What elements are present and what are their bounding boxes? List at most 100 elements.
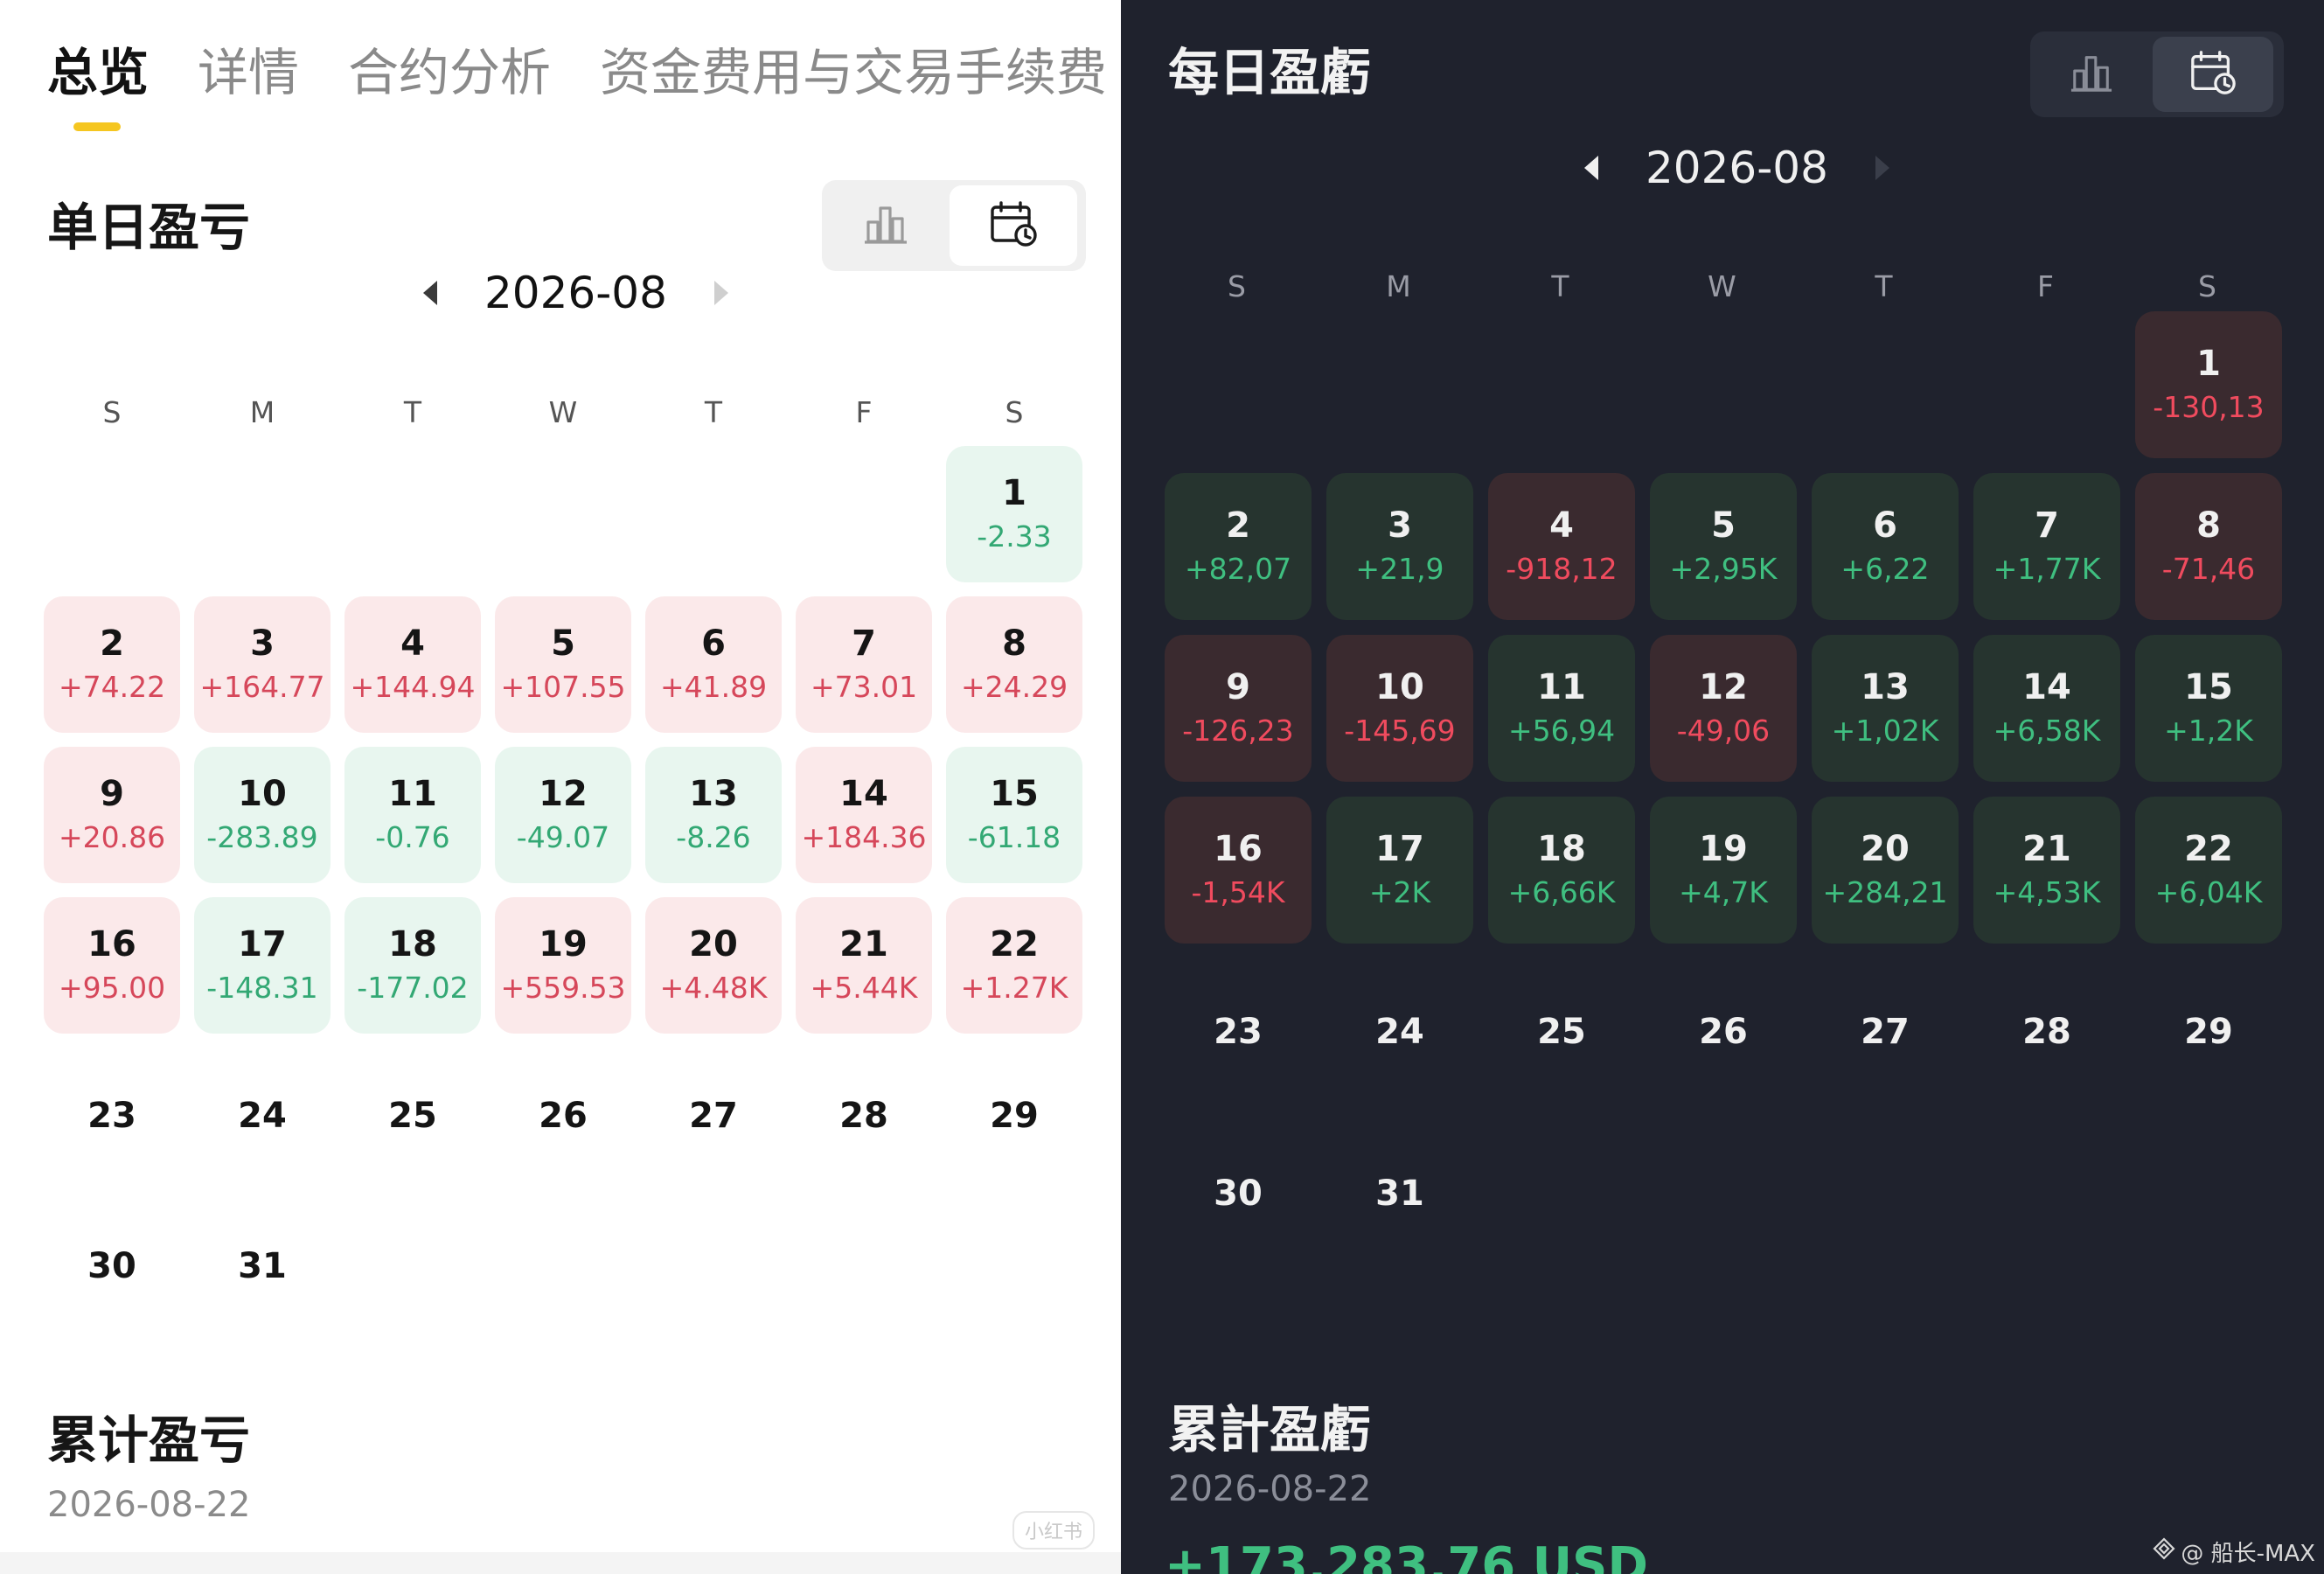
- calendar-day-cell[interactable]: 10 -283.89: [194, 747, 331, 883]
- calendar-day-cell[interactable]: 2 +82,07: [1165, 473, 1312, 620]
- day-pnl-value: +164.77: [199, 670, 325, 704]
- calendar-day-cell[interactable]: 23: [1165, 958, 1312, 1105]
- tab-contract-analysis[interactable]: 合约分析: [348, 42, 551, 103]
- calendar-day-cell[interactable]: 26: [1650, 958, 1797, 1105]
- chart-view-button-dark[interactable]: [2030, 31, 2153, 117]
- calendar-day-cell[interactable]: 28: [796, 1048, 932, 1184]
- calendar-day-cell[interactable]: 19 +559.53: [495, 897, 631, 1034]
- calendar-day-cell[interactable]: 21 +5.44K: [796, 897, 932, 1034]
- calendar-day-cell[interactable]: 31: [194, 1198, 331, 1334]
- calendar-day-cell[interactable]: 28: [1973, 958, 2120, 1105]
- day-number: 4: [400, 623, 425, 664]
- calendar-day-cell[interactable]: 31: [1326, 1120, 1473, 1267]
- calendar-day-cell[interactable]: 29: [2135, 958, 2282, 1105]
- calendar-day-cell[interactable]: 8 +24.29: [946, 596, 1082, 733]
- calendar-day-cell[interactable]: 24: [194, 1048, 331, 1184]
- calendar-empty-cell: [344, 446, 481, 582]
- tab-fees[interactable]: 资金费用与交易手续费: [600, 42, 1107, 103]
- calendar-day-cell[interactable]: 14 +6,58K: [1973, 635, 2120, 782]
- weekday-label: F: [855, 395, 873, 429]
- calendar-day-cell[interactable]: 17 -148.31: [194, 897, 331, 1034]
- calendar-day-cell[interactable]: 9 -126,23: [1165, 635, 1312, 782]
- bar-chart-icon: [863, 201, 908, 250]
- chevron-left-icon[interactable]: [423, 281, 437, 305]
- calendar-day-cell[interactable]: 22 +6,04K: [2135, 797, 2282, 944]
- calendar-day-cell[interactable]: 1 -2.33: [946, 446, 1082, 582]
- calendar-day-cell[interactable]: 6 +6,22: [1812, 473, 1959, 620]
- calendar-day-cell[interactable]: 16 -1,54K: [1165, 797, 1312, 944]
- tab-overview[interactable]: 总览: [47, 42, 149, 103]
- calendar-day-cell[interactable]: 1 -130,13: [2135, 311, 2282, 458]
- calendar-day-cell[interactable]: 29: [946, 1048, 1082, 1184]
- calendar-day-cell[interactable]: 25: [1488, 958, 1635, 1105]
- calendar-day-cell[interactable]: 26: [495, 1048, 631, 1184]
- day-pnl-value: +73.01: [810, 670, 918, 704]
- month-navigator: 2026-08: [423, 267, 728, 319]
- calendar-day-cell[interactable]: 10 -145,69: [1326, 635, 1473, 782]
- calendar-day-cell[interactable]: 11 -0.76: [344, 747, 481, 883]
- calendar-day-cell[interactable]: 2 +74.22: [44, 596, 180, 733]
- chart-view-button[interactable]: [822, 180, 950, 271]
- calendar-day-cell[interactable]: 12 -49.07: [495, 747, 631, 883]
- chevron-left-icon[interactable]: [1584, 156, 1598, 180]
- calendar-day-cell[interactable]: 3 +21,9: [1326, 473, 1473, 620]
- calendar-day-cell[interactable]: 27: [1812, 958, 1959, 1105]
- calendar-day-cell[interactable]: 9 +20.86: [44, 747, 180, 883]
- day-number: 15: [990, 774, 1039, 814]
- tab-details[interactable]: 详情: [198, 42, 299, 103]
- calendar-day-cell[interactable]: 30: [44, 1198, 180, 1334]
- day-pnl-value: -130,13: [2153, 390, 2265, 424]
- day-pnl-value: +6,22: [1840, 552, 1930, 586]
- calendar-day-cell[interactable]: 7 +1,77K: [1973, 473, 2120, 620]
- calendar-day-cell[interactable]: 15 +1,2K: [2135, 635, 2282, 782]
- day-number: 16: [87, 924, 136, 965]
- calendar-day-cell[interactable]: 30: [1165, 1120, 1312, 1267]
- chevron-right-icon[interactable]: [1875, 156, 1889, 180]
- calendar-day-cell[interactable]: 13 +1,02K: [1812, 635, 1959, 782]
- day-number: 6: [1873, 505, 1897, 546]
- day-number: 14: [839, 774, 888, 814]
- calendar-day-cell[interactable]: 25: [344, 1048, 481, 1184]
- calendar-day-cell[interactable]: 13 -8.26: [645, 747, 782, 883]
- calendar-day-cell[interactable]: 7 +73.01: [796, 596, 932, 733]
- calendar-day-cell[interactable]: 24: [1326, 958, 1473, 1105]
- day-number: 29: [990, 1096, 1039, 1136]
- calendar-day-cell[interactable]: 6 +41.89: [645, 596, 782, 733]
- calendar-day-cell[interactable]: 16 +95.00: [44, 897, 180, 1034]
- calendar-day-cell[interactable]: 12 -49,06: [1650, 635, 1797, 782]
- calendar-day-cell[interactable]: 17 +2K: [1326, 797, 1473, 944]
- calendar-day-cell[interactable]: 20 +4.48K: [645, 897, 782, 1034]
- calendar-view-button[interactable]: [950, 185, 1077, 266]
- calendar-day-cell[interactable]: 21 +4,53K: [1973, 797, 2120, 944]
- calendar-day-cell[interactable]: 18 +6,66K: [1488, 797, 1635, 944]
- weekday-label: M: [249, 395, 275, 429]
- calendar-clock-icon: [988, 198, 1039, 253]
- view-toggle: [822, 180, 1086, 271]
- calendar-day-cell[interactable]: 14 +184.36: [796, 747, 932, 883]
- calendar-day-cell[interactable]: 5 +107.55: [495, 596, 631, 733]
- calendar-day-cell[interactable]: 8 -71,46: [2135, 473, 2282, 620]
- calendar-day-cell[interactable]: 27: [645, 1048, 782, 1184]
- calendar-day-cell[interactable]: 5 +2,95K: [1650, 473, 1797, 620]
- calendar-day-cell[interactable]: 4 +144.94: [344, 596, 481, 733]
- calendar-day-cell[interactable]: 20 +284,21: [1812, 797, 1959, 944]
- calendar-view-button-dark[interactable]: [2153, 37, 2273, 112]
- day-pnl-value: +24.29: [960, 670, 1068, 704]
- calendar-empty-cell: [1650, 311, 1797, 458]
- day-pnl-value: -71,46: [2161, 552, 2256, 586]
- calendar-day-cell[interactable]: 19 +4,7K: [1650, 797, 1797, 944]
- chevron-right-icon[interactable]: [713, 281, 728, 305]
- day-pnl-value: +5.44K: [810, 971, 918, 1005]
- calendar-day-cell[interactable]: 15 -61.18: [946, 747, 1082, 883]
- calendar-day-cell[interactable]: 22 +1.27K: [946, 897, 1082, 1034]
- footer-strip: [0, 1552, 1121, 1574]
- calendar-day-cell[interactable]: 11 +56,94: [1488, 635, 1635, 782]
- calendar-day-cell[interactable]: 18 -177.02: [344, 897, 481, 1034]
- calendar-day-cell[interactable]: 4 -918,12: [1488, 473, 1635, 620]
- tab-bar: 总览 详情 合约分析 资金费用与交易手续费: [47, 42, 1121, 103]
- calendar-day-cell[interactable]: 3 +164.77: [194, 596, 331, 733]
- calendar-day-cell[interactable]: 23: [44, 1048, 180, 1184]
- day-number: 31: [1375, 1174, 1424, 1214]
- cumulative-value: +173,283.76 USD: [1165, 1537, 1648, 1574]
- day-pnl-value: +2K: [1368, 875, 1431, 909]
